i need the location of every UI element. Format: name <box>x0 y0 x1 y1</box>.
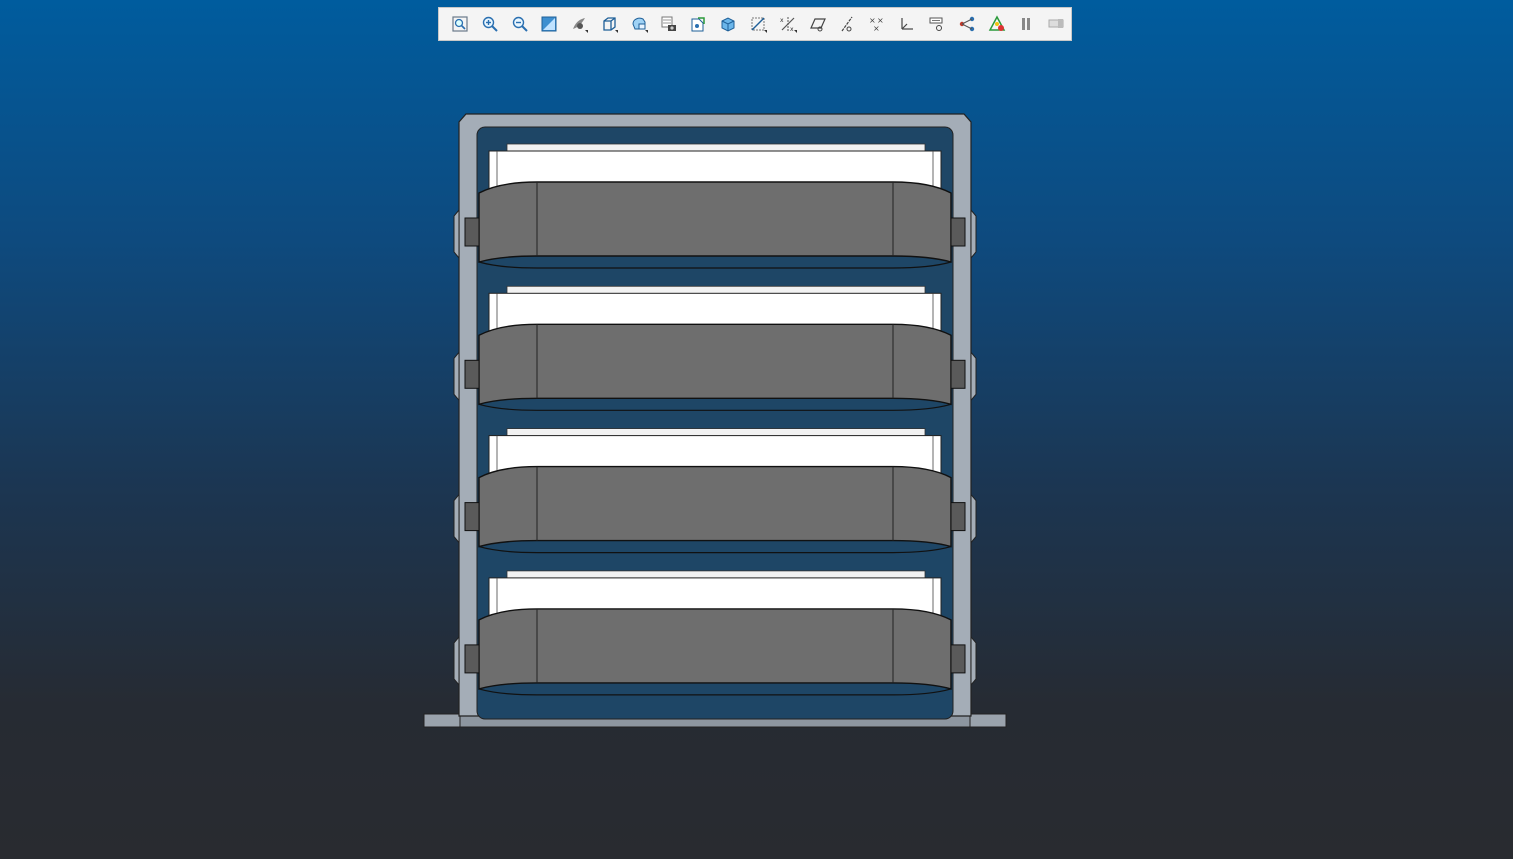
tray-front-handle <box>478 465 952 548</box>
right-rail-bump <box>970 493 977 544</box>
tray-front-handle <box>478 181 952 263</box>
right-latch-tab <box>950 644 966 674</box>
right-latch-tab <box>950 502 966 532</box>
right-rail-bump <box>970 635 977 687</box>
model-viewport[interactable] <box>0 0 1513 859</box>
tray-front-handle <box>478 608 952 690</box>
right-flange-tab <box>969 713 1007 728</box>
right-rail-bump <box>970 208 977 260</box>
tray-front-handle <box>478 323 952 406</box>
left-rail-bump <box>453 208 460 260</box>
left-flange-tab <box>423 713 461 728</box>
left-rail-bump <box>453 493 460 544</box>
left-rail-bump <box>453 635 460 687</box>
left-latch-tab <box>464 217 480 247</box>
right-rail-bump <box>970 350 977 402</box>
left-latch-tab <box>464 502 480 532</box>
left-rail-bump <box>453 350 460 402</box>
left-latch-tab <box>464 644 480 674</box>
right-latch-tab <box>950 217 966 247</box>
drive-cage-model[interactable] <box>423 113 1007 728</box>
left-latch-tab <box>464 359 480 389</box>
right-latch-tab <box>950 359 966 389</box>
